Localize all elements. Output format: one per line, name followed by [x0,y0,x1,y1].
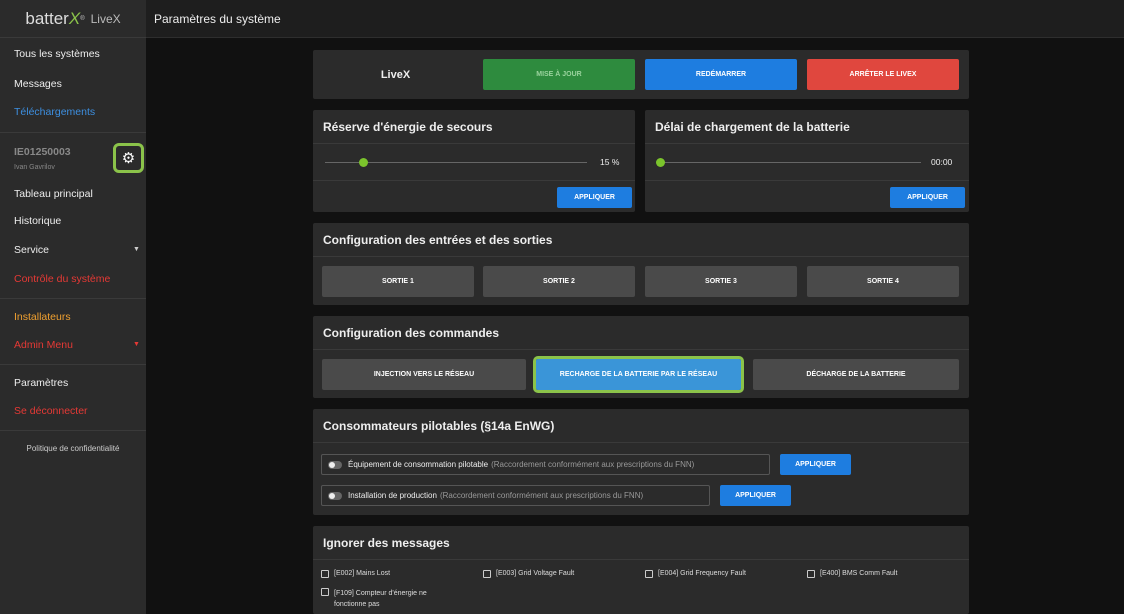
checkbox-label: [E002] Mains Lost [334,570,391,577]
sidebar-item-settings[interactable]: Paramètres [14,377,68,389]
ignore-checkbox-e004[interactable]: [E004] Grid Frequency Fault [645,570,746,578]
sidebar-item-service[interactable]: Service [14,244,49,256]
production-apply-button[interactable]: APPLIQUER [720,485,791,506]
reserve-slider-handle[interactable] [359,158,368,167]
charge-delay-slider-handle[interactable] [656,158,665,167]
sidebar-item-downloads[interactable]: Téléchargements [14,106,95,118]
charge-delay-title: Délai de chargement de la batterie [645,110,969,144]
ignore-checkbox-e003[interactable]: [E003] Grid Voltage Fault [483,570,574,578]
ignore-checkbox-e002[interactable]: [E002] Mains Lost [321,570,390,578]
ignore-checkbox-e400[interactable]: [E400] BMS Comm Fault [807,570,897,578]
output-2-button[interactable]: SORTIE 2 [483,266,635,297]
checkbox[interactable] [321,570,329,578]
checkbox-label: [E004] Grid Frequency Fault [658,570,746,577]
consumption-apply-button[interactable]: APPLIQUER [780,454,851,475]
consumption-equipment-label: Équipement de consommation pilotable [348,460,489,469]
grid-recharge-button[interactable]: RECHARGE DE LA BATTERIE PAR LE RÉSEAU [533,356,744,393]
consumption-equipment-note: (Raccordement conformément aux prescript… [491,460,695,469]
restart-button[interactable]: REDÉMARRER [645,59,797,90]
reserve-card: Réserve d'énergie de secours 15 % APPLIQ… [313,110,635,212]
output-3-button[interactable]: SORTIE 3 [645,266,797,297]
sidebar-item-all-systems[interactable]: Tous les systèmes [14,48,100,60]
controllable-consumers-card: Consommateurs pilotables (§14a EnWG) Équ… [313,409,969,515]
livex-label: LiveX [380,68,411,81]
livex-card: LiveX MISE À JOUR REDÉMARRER ARRÊTER LE … [313,50,969,99]
sidebar-item-system-control[interactable]: Contrôle du système [14,273,110,285]
io-title: Configuration des entrées et des sorties [313,223,969,257]
checkbox-label: [F109] Compteur d'énergie ne fonctionne … [334,590,427,608]
reserve-title: Réserve d'énergie de secours [313,110,635,144]
sidebar-item-history[interactable]: Historique [14,215,61,227]
toggle-switch-icon[interactable] [328,491,342,500]
checkbox[interactable] [807,570,815,578]
device-user: Ivan Gavrilov [14,164,55,171]
charge-delay-value: 00:00 [931,157,953,167]
stop-livex-button[interactable]: ARRÊTER LE LIVEX [807,59,959,90]
production-installation-toggle[interactable]: Installation de production (Raccordement… [321,485,710,506]
ignore-messages-card: Ignorer des messages [E002] Mains Lost [… [313,526,969,614]
logo-reg: ® [80,15,85,22]
commands-title: Configuration des commandes [313,316,969,350]
consumption-equipment-toggle[interactable]: Équipement de consommation pilotable (Ra… [321,454,770,475]
privacy-link[interactable]: Politique de confidentialité [0,444,146,453]
device-id: IE01250003 [14,146,71,158]
logo: batter X ® LiveX [0,0,146,38]
ignore-checkbox-f109[interactable]: [F109] Compteur d'énergie ne fonctionne … [321,588,461,610]
ignore-messages-title: Ignorer des messages [313,526,969,560]
gear-icon[interactable]: ⚙ [113,143,144,173]
logo-brand: batter [25,8,69,28]
sidebar-item-messages[interactable]: Messages [14,78,62,90]
checkbox-label: [E003] Grid Voltage Fault [496,570,575,577]
output-1-button[interactable]: SORTIE 1 [322,266,474,297]
checkbox[interactable] [483,570,491,578]
grid-injection-button[interactable]: INJECTION VERS LE RÉSEAU [322,359,526,390]
commands-card: Configuration des commandes INJECTION VE… [313,316,969,398]
charge-delay-card: Délai de chargement de la batterie 00:00… [645,110,969,212]
sidebar-item-dashboard[interactable]: Tableau principal [14,188,93,200]
output-4-button[interactable]: SORTIE 4 [807,266,959,297]
page-title: Paramètres du système [146,0,1124,38]
logo-x: X [68,8,81,28]
checkbox[interactable] [645,570,653,578]
chevron-down-icon: ▼ [133,246,140,253]
reserve-apply-button[interactable]: APPLIQUER [557,187,632,208]
production-installation-note: (Raccordement conformément aux prescript… [439,491,644,500]
chevron-down-icon: ▼ [133,341,140,348]
checkbox[interactable] [321,588,329,596]
sidebar-item-admin-menu[interactable]: Admin Menu [14,339,73,351]
battery-discharge-button[interactable]: DÉCHARGE DE LA BATTERIE [753,359,959,390]
consumers-title: Consommateurs pilotables (§14a EnWG) [313,409,969,443]
sidebar-item-installers[interactable]: Installateurs [14,311,71,323]
charge-delay-apply-button[interactable]: APPLIQUER [890,187,965,208]
io-card: Configuration des entrées et des sorties… [313,223,969,305]
logo-product: LiveX [90,11,121,26]
production-installation-label: Installation de production [348,491,437,500]
checkbox-label: [E400] BMS Comm Fault [820,570,898,577]
sidebar-item-logout[interactable]: Se déconnecter [14,405,88,417]
charge-delay-slider[interactable] [659,162,921,163]
sidebar: batter X ® LiveX Tous les systèmes Messages… [0,0,146,614]
update-button[interactable]: MISE À JOUR [483,59,635,90]
toggle-switch-icon[interactable] [328,460,342,469]
reserve-value: 15 % [600,157,620,167]
